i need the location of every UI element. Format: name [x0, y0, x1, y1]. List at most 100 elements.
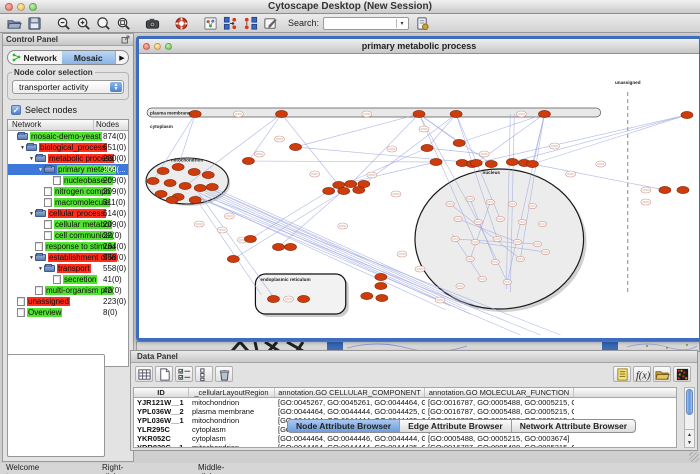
import-attributes-icon[interactable]: [653, 366, 671, 382]
tab-mosaic[interactable]: Mosaic: [62, 51, 116, 64]
gene-node[interactable]: [172, 163, 184, 170]
graph-edge[interactable]: [364, 114, 456, 184]
gene-node[interactable]: [413, 110, 425, 117]
gene-node[interactable]: [272, 243, 284, 250]
zoom-out-icon[interactable]: [55, 15, 72, 31]
gene-node[interactable]: [526, 160, 538, 167]
manual-layout-icon[interactable]: [222, 15, 239, 31]
graph-edge[interactable]: [532, 115, 687, 164]
node-color-dropdown[interactable]: transporter activity ▲▼: [12, 80, 124, 94]
network-view-window[interactable]: primary metabolic process plasma membran…: [136, 36, 700, 341]
network-window-titlebar[interactable]: primary metabolic process: [139, 39, 699, 54]
gene-node[interactable]: [242, 157, 254, 164]
heatmap-icon[interactable]: [673, 366, 691, 382]
graph-edge[interactable]: [185, 114, 281, 186]
zoom-in-icon[interactable]: [75, 15, 92, 31]
expand-arrow-icon[interactable]: ▼: [19, 145, 26, 151]
gene-node[interactable]: [227, 255, 239, 262]
table-row[interactable]: YJR121W__1mitochondrion[GO:0045267, GO:0…: [134, 398, 676, 407]
resize-grip[interactable]: [689, 452, 699, 462]
gene-node[interactable]: [453, 139, 465, 146]
gene-node[interactable]: [323, 187, 335, 194]
search-dropdown-arrow[interactable]: ▾: [396, 19, 407, 28]
unified-view-icon[interactable]: [195, 366, 213, 382]
gene-node[interactable]: [538, 110, 550, 117]
column-header-cc[interactable]: annotation.GO CELLULAR_COMPONENT: [275, 388, 425, 397]
tree-row-secretion[interactable]: secretion41(0): [8, 274, 128, 285]
zoom-selected-icon[interactable]: [115, 15, 132, 31]
network-canvas[interactable]: plasma membranecytoplasmmitochondrionnuc…: [139, 54, 699, 338]
gene-node[interactable]: [361, 292, 373, 299]
gene-node[interactable]: [188, 168, 200, 175]
scrollbar-thumb[interactable]: [686, 389, 693, 415]
gene-node[interactable]: [206, 183, 218, 190]
graph-edge[interactable]: [296, 114, 419, 147]
tree-row-mosaic-demo-yeast[interactable]: mosaic-demo-yeast874(0): [8, 131, 128, 142]
tree-row-nitrogen-compo[interactable]: nitrogen compo209(0): [8, 186, 128, 197]
graph-edge[interactable]: [427, 148, 484, 154]
gene-node[interactable]: [166, 196, 178, 203]
tree-row-cellular-metabol[interactable]: cellular metabol209(0): [8, 219, 128, 230]
tree-row-biological-process[interactable]: ▼biological_process651(0): [8, 142, 128, 153]
index-icon[interactable]: [414, 15, 431, 31]
expand-arrow-icon[interactable]: ▼: [28, 255, 35, 261]
graph-edge[interactable]: [459, 114, 544, 143]
snapshot-icon[interactable]: [144, 15, 161, 31]
gene-node[interactable]: [244, 235, 256, 242]
gene-node[interactable]: [194, 184, 206, 191]
column-header-id[interactable]: ID: [134, 388, 189, 397]
tree-row-cellular-process[interactable]: ▼cellular process614(0): [8, 208, 128, 219]
float-panel-icon[interactable]: [121, 35, 130, 44]
save-icon[interactable]: [26, 15, 43, 31]
tab-node-attribute-browser[interactable]: Node Attribute Browser: [288, 420, 400, 432]
expand-arrow-icon[interactable]: ▼: [28, 156, 35, 162]
tree-row-unassigned[interactable]: unassigned223(0): [8, 296, 128, 307]
gene-node[interactable]: [164, 179, 176, 186]
graph-edge[interactable]: [248, 161, 436, 162]
column-header-mf[interactable]: annotation.GO MOLECULAR_FUNCTION: [425, 388, 574, 397]
gene-node[interactable]: [275, 110, 287, 117]
zoom-fit-icon[interactable]: [95, 15, 112, 31]
column-header-reg[interactable]: _cellularLayoutRegion: [189, 388, 275, 397]
gene-node[interactable]: [375, 273, 387, 280]
tab-network-attribute-browser[interactable]: Network Attribute Browser: [512, 420, 635, 432]
gene-node[interactable]: [470, 159, 482, 166]
annotation-icon[interactable]: [262, 15, 279, 31]
select-attributes-icon[interactable]: [175, 366, 193, 382]
tree-row-primary-metabol[interactable]: ▼primary metabol209(...: [8, 164, 128, 175]
tab-overflow-arrow[interactable]: ▶: [115, 51, 128, 64]
rotate-layout-icon[interactable]: [242, 15, 259, 31]
gene-node[interactable]: [677, 186, 689, 193]
tab-edge-attribute-browser[interactable]: Edge Attribute Browser: [400, 420, 512, 432]
gene-node[interactable]: [298, 295, 310, 302]
gene-node[interactable]: [155, 190, 167, 197]
search-input[interactable]: ▾: [323, 17, 409, 30]
gene-node[interactable]: [202, 171, 214, 178]
gene-node[interactable]: [285, 243, 297, 250]
tree-row-response-to-stimulu[interactable]: response to stimulu264(0): [8, 241, 128, 252]
expand-arrow-icon[interactable]: ▼: [28, 211, 35, 217]
help-icon[interactable]: [173, 15, 190, 31]
gene-node[interactable]: [267, 295, 279, 302]
open-icon[interactable]: [6, 15, 23, 31]
new-attribute-icon[interactable]: [155, 366, 173, 382]
gene-node[interactable]: [430, 158, 442, 165]
table-mode-icon[interactable]: [135, 366, 153, 382]
gene-node[interactable]: [376, 294, 388, 301]
tree-column-nodes[interactable]: Nodes: [94, 120, 128, 130]
tree-row-overview[interactable]: Overview8(0): [8, 307, 128, 318]
graph-edge[interactable]: [296, 147, 477, 163]
gene-node[interactable]: [375, 282, 387, 289]
select-nodes-checkbox[interactable]: ✓: [11, 105, 21, 115]
gene-node[interactable]: [681, 111, 693, 118]
expand-arrow-icon[interactable]: ▼: [37, 167, 44, 173]
tree-row-establishment-of-lo[interactable]: ▼establishment of lo558(0): [8, 252, 128, 263]
gene-node[interactable]: [659, 186, 671, 193]
function-builder-icon[interactable]: f(x): [633, 366, 651, 382]
tree-row-cell-communicat[interactable]: cell communicat22(0): [8, 230, 128, 241]
tree-row-metabolic-process[interactable]: ▼metabolic process280(0): [8, 153, 128, 164]
gene-node[interactable]: [358, 180, 370, 187]
tree-column-network[interactable]: Network: [8, 120, 94, 130]
graph-edge[interactable]: [476, 115, 687, 163]
tree-row-transport[interactable]: ▼transport558(0): [8, 263, 128, 274]
